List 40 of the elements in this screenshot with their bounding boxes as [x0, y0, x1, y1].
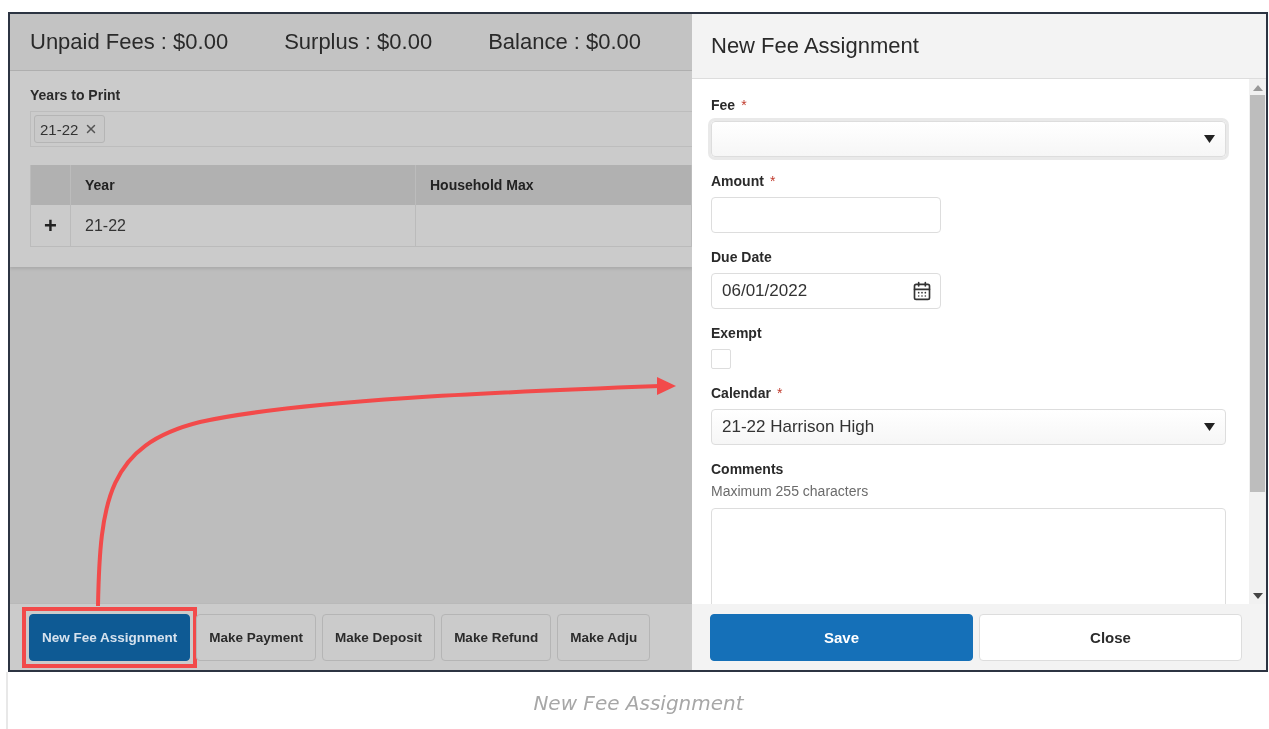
field-label: Years to Print [30, 87, 121, 103]
required-mark: * [769, 173, 776, 189]
checkbox[interactable] [711, 349, 731, 369]
scroll-down-icon[interactable] [1252, 593, 1263, 599]
scrollbar[interactable] [1249, 79, 1266, 604]
action-button[interactable]: New Fee Assignment [29, 613, 191, 661]
column-header: Household Max [416, 165, 692, 205]
action-button[interactable]: Make Deposit [322, 613, 436, 661]
calendar-icon[interactable] [912, 281, 932, 301]
field-label: Fee [711, 97, 736, 113]
field-label: Exempt [711, 325, 762, 341]
summary-text: Unpaid Fees : $0.00 [30, 29, 229, 55]
select-field[interactable] [711, 121, 1226, 157]
panel-title: New Fee Assignment [711, 33, 919, 59]
scroll-up-icon[interactable] [1252, 85, 1263, 91]
caret-icon [1204, 423, 1215, 431]
required-mark: * [741, 97, 747, 113]
field-label: Comments [711, 461, 784, 477]
input-field[interactable] [711, 197, 941, 233]
year-chip[interactable]: 21-22 [34, 115, 106, 143]
select-field[interactable]: 21-22 Harrison High [711, 409, 1226, 445]
date-field[interactable]: 06/01/2022 [711, 273, 941, 309]
save-button[interactable]: Save [710, 613, 973, 661]
action-button[interactable]: Make Payment [196, 613, 317, 661]
figure-caption: New Fee Assignment [533, 691, 744, 715]
field-hint: Maximum 255 characters [711, 483, 870, 499]
column-header: Year [71, 165, 416, 205]
expand-button[interactable]: + [31, 205, 71, 247]
summary-text: Balance : $0.00 [488, 29, 642, 55]
field-label: Due Date [711, 249, 772, 265]
years-field[interactable]: 21-22 [30, 111, 692, 147]
field-label: Calendar [711, 385, 771, 401]
action-button[interactable]: Make Adju [557, 613, 651, 661]
required-mark: * [776, 385, 783, 401]
close-button[interactable]: Close [979, 613, 1242, 661]
caret-icon [1204, 135, 1215, 143]
field-label: Amount [711, 173, 764, 189]
action-button[interactable]: Make Refund [441, 613, 552, 661]
summary-text: Surplus : $0.00 [284, 29, 433, 55]
table-cell: 21-22 [71, 205, 416, 247]
